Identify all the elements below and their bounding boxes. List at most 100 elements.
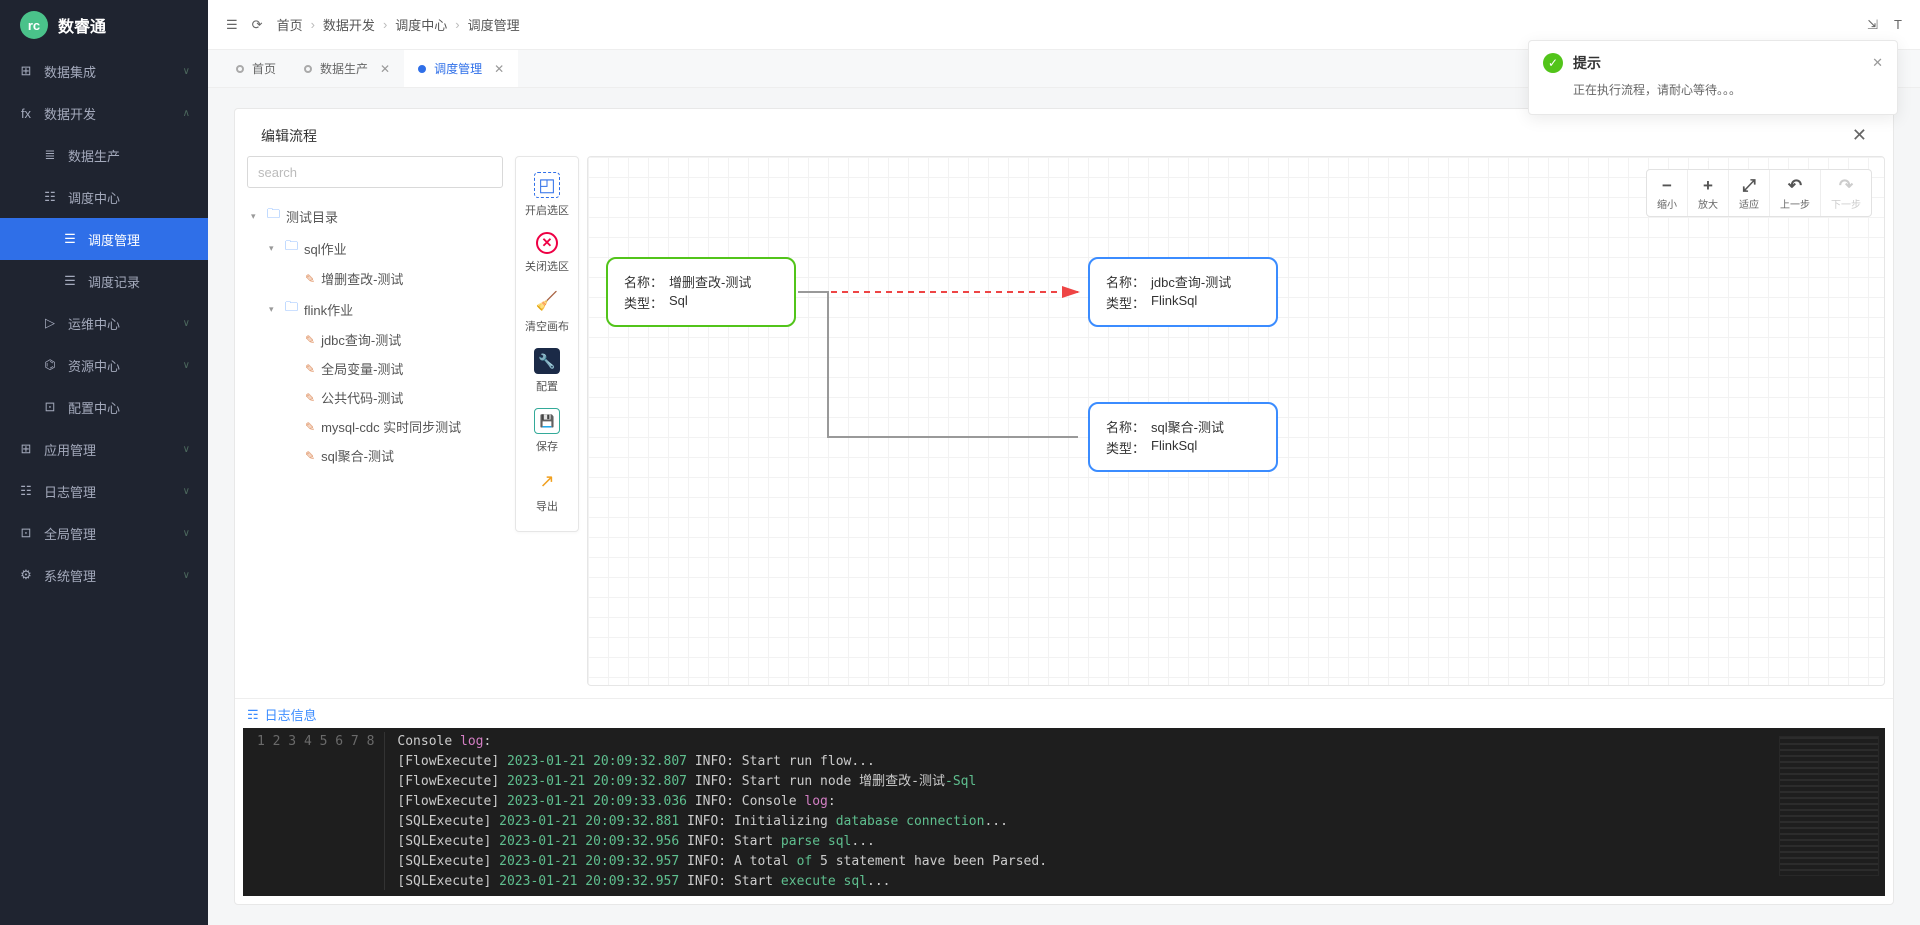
toggle-sidebar-icon[interactable]: ☰: [226, 17, 238, 33]
clear-canvas-icon: 🧹: [534, 288, 560, 314]
tool-close-select[interactable]: ✕关闭选区: [516, 225, 578, 281]
file-icon: ✎: [305, 272, 315, 286]
tree-label: 全局变量-测试: [321, 359, 403, 378]
close-icon[interactable]: ✕: [380, 62, 390, 76]
nav-icon: ⚙: [18, 567, 34, 583]
nav-icon: ⊡: [18, 525, 34, 541]
tool-label: 导出: [536, 498, 558, 514]
tree-node[interactable]: ✎ 增删查改-测试: [247, 264, 503, 293]
zoom-button[interactable]: ⤢适应: [1728, 170, 1769, 216]
flow-node-3[interactable]: 名称：sql聚合-测试 类型：FlinkSql: [1088, 402, 1278, 472]
nav-item[interactable]: ⚙系统管理∨: [0, 554, 208, 596]
tree-node[interactable]: ✎mysql-cdc 实时同步测试: [247, 412, 503, 441]
breadcrumb-item[interactable]: 数据开发: [323, 15, 375, 34]
tool-label: 保存: [536, 438, 558, 454]
node-type: FlinkSql: [1151, 293, 1197, 312]
tool-export[interactable]: ↗导出: [516, 461, 578, 521]
nav-icon: ☰: [62, 231, 78, 247]
tab[interactable]: 调度管理✕: [404, 50, 518, 87]
nav-item[interactable]: ⊡配置中心: [0, 386, 208, 428]
close-icon[interactable]: ✕: [1852, 125, 1867, 146]
nav-icon: fx: [18, 106, 34, 121]
nav-item[interactable]: ☰调度管理: [0, 218, 208, 260]
search-input[interactable]: [247, 156, 503, 188]
breadcrumb-sep: ›: [311, 17, 315, 32]
tree-label: mysql-cdc 实时同步测试: [321, 417, 461, 436]
tool-save[interactable]: 💾保存: [516, 401, 578, 461]
tool-open-select[interactable]: ◰开启选区: [516, 165, 578, 225]
tree-node[interactable]: ✎jdbc查询-测试: [247, 325, 503, 354]
node-type-label: 类型：: [1106, 438, 1145, 457]
logo-text: 数睿通: [58, 13, 106, 37]
log-minimap[interactable]: [1779, 736, 1879, 876]
zoom-icon: ↷: [1839, 176, 1853, 196]
nav-item[interactable]: ⊞应用管理∨: [0, 428, 208, 470]
tree-node[interactable]: ▾🗀sql作业: [247, 232, 503, 264]
tab[interactable]: 首页: [222, 50, 290, 87]
tree-label: 增删查改-测试: [321, 269, 403, 288]
tree-node[interactable]: ✎sql聚合-测试: [247, 441, 503, 470]
nav-label: 数据生产: [68, 146, 120, 165]
flow-node-2[interactable]: 名称：jdbc查询-测试 类型：FlinkSql: [1088, 257, 1278, 327]
nav-item[interactable]: ▷运维中心∨: [0, 302, 208, 344]
nav-label: 全局管理: [44, 524, 96, 543]
zoom-button[interactable]: ↶上一步: [1769, 170, 1820, 216]
nav-item[interactable]: fx数据开发∧: [0, 92, 208, 134]
nav-label: 日志管理: [44, 482, 96, 501]
nav-item[interactable]: ⌬资源中心∨: [0, 344, 208, 386]
topbar-right: ⇲ T: [1867, 17, 1902, 33]
log-text: Console log: [FlowExecute] 2023-01-21 20…: [385, 732, 1885, 890]
logo[interactable]: rc 数睿通: [0, 0, 208, 50]
nav-icon: ⌬: [42, 357, 58, 373]
tree-node[interactable]: ▾🗀flink作业: [247, 293, 503, 325]
nav-item[interactable]: ⊞数据集成∨: [0, 50, 208, 92]
toast-notification: ✓ 提示 ✕ 正在执行流程，请耐心等待。。。: [1528, 40, 1898, 115]
zoom-button[interactable]: −缩小: [1647, 170, 1687, 216]
tool-clear-canvas[interactable]: 🧹清空画布: [516, 281, 578, 341]
export-icon[interactable]: ⇲: [1867, 17, 1878, 33]
log-linenumbers: 1 2 3 4 5 6 7 8: [243, 732, 385, 890]
zoom-icon: ↶: [1788, 176, 1802, 196]
tool-config[interactable]: 🔧配置: [516, 341, 578, 401]
tab-dot-icon: [304, 65, 312, 73]
nav-icon: ≣: [42, 147, 58, 163]
tree-node[interactable]: ▾🗀测试目录: [247, 200, 503, 232]
nav-item[interactable]: ⊡全局管理∨: [0, 512, 208, 554]
nav-item[interactable]: ≣ 数据生产: [0, 134, 208, 176]
flow-node-1[interactable]: 名称：增删查改-测试 类型：Sql: [606, 257, 796, 327]
close-icon[interactable]: ✕: [494, 62, 504, 76]
caret-icon: ▾: [269, 304, 279, 315]
tab[interactable]: 数据生产✕: [290, 50, 404, 87]
breadcrumb-item[interactable]: 首页: [277, 15, 303, 34]
nav-item[interactable]: ☰调度记录: [0, 260, 208, 302]
folder-icon: 🗀: [285, 298, 298, 320]
nav-icon: ☷: [42, 189, 58, 205]
node-name: 增删查改-测试: [669, 272, 751, 291]
tree-node[interactable]: ✎全局变量-测试: [247, 354, 503, 383]
zoom-button[interactable]: +放大: [1687, 170, 1728, 216]
nav-label: 调度记录: [88, 272, 140, 291]
tree-column: ▾🗀测试目录▾🗀sql作业✎增删查改-测试▾🗀flink作业✎jdbc查询-测试…: [235, 156, 515, 698]
canvas[interactable]: 名称：增删查改-测试 类型：Sql 名称：jdbc查询-测试 类型：FlinkS…: [587, 156, 1885, 686]
logo-icon: rc: [20, 11, 48, 39]
open-select-icon: ◰: [534, 172, 560, 198]
log-header[interactable]: ☶ 日志信息: [235, 698, 1893, 728]
caret-icon: ▾: [251, 211, 261, 222]
nav-item[interactable]: ☷日志管理∨: [0, 470, 208, 512]
zoom-label: 下一步: [1831, 196, 1861, 211]
log-box[interactable]: 1 2 3 4 5 6 7 8 Console log: [FlowExecut…: [243, 728, 1885, 896]
nav-label: 配置中心: [68, 398, 120, 417]
nav-item[interactable]: ☷调度中心: [0, 176, 208, 218]
zoom-icon: ⤢: [1742, 176, 1756, 196]
close-icon[interactable]: ✕: [1872, 55, 1883, 71]
main: ☰ ⟳ 首页›数据开发›调度中心›调度管理 ⇲ T 首页数据生产✕调度管理✕ 编…: [208, 0, 1920, 925]
breadcrumb-item[interactable]: 调度管理: [468, 15, 520, 34]
refresh-icon[interactable]: ⟳: [252, 17, 263, 33]
nav-label: 运维中心: [68, 314, 120, 333]
tool-label: 关闭选区: [525, 258, 569, 274]
panel-title: 编辑流程: [261, 126, 1852, 146]
chevron-icon: ∨: [183, 570, 190, 581]
breadcrumb-item[interactable]: 调度中心: [395, 15, 447, 34]
tree-node[interactable]: ✎公共代码-测试: [247, 383, 503, 412]
text-size-icon[interactable]: T: [1894, 17, 1902, 32]
